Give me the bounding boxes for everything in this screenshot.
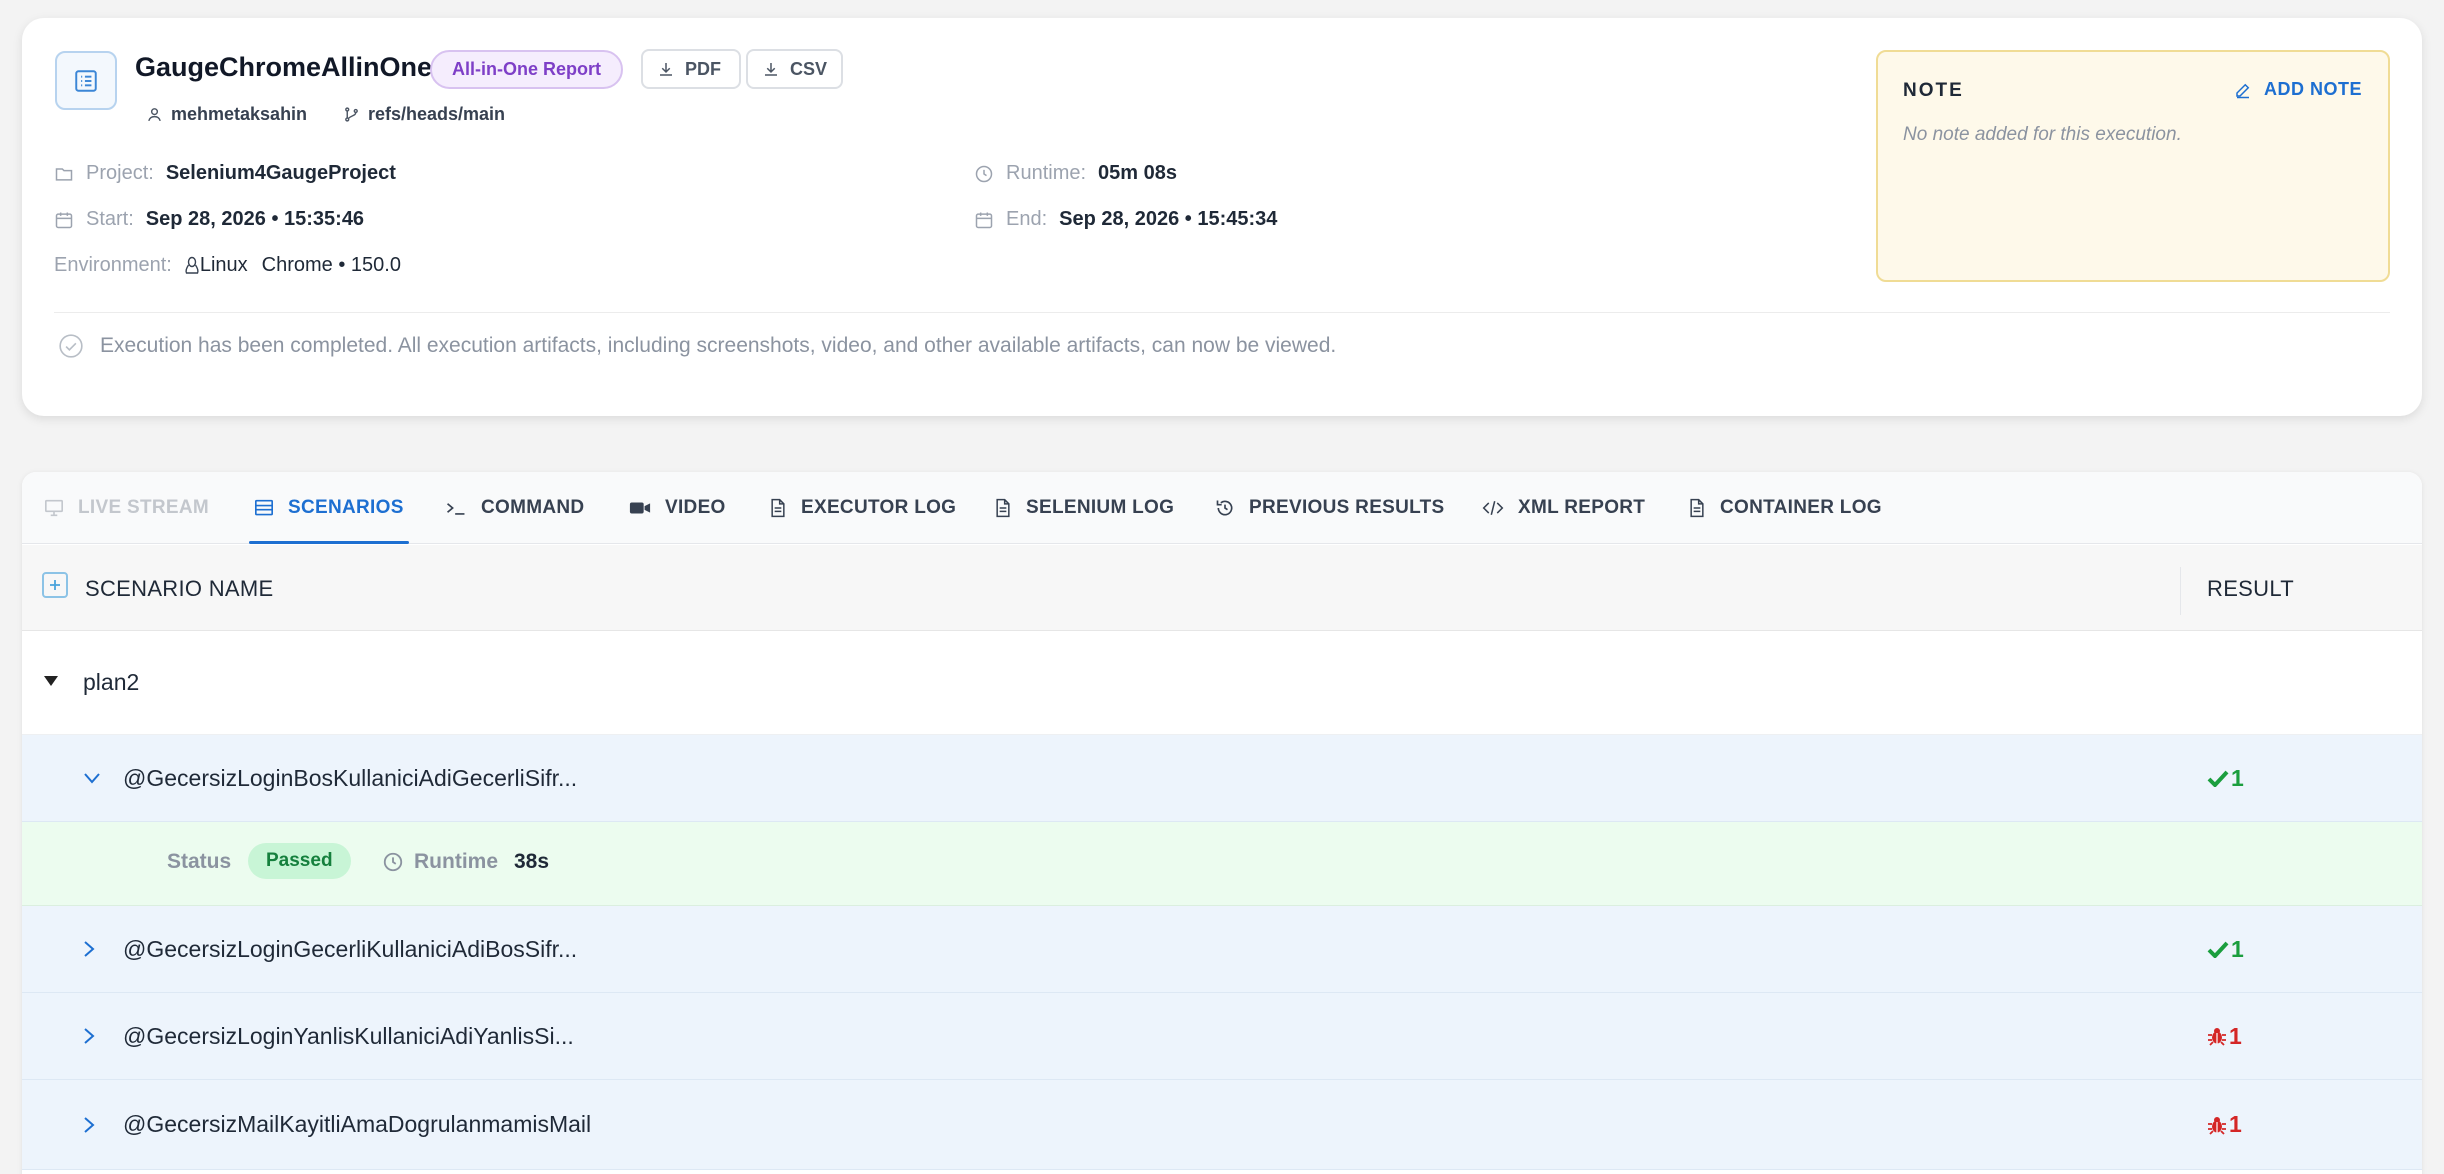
tab-video[interactable]: VIDEO — [629, 472, 726, 544]
download-icon — [660, 63, 672, 76]
scenario-result: 1 — [2207, 1080, 2242, 1169]
chevron-down-icon[interactable] — [82, 735, 102, 821]
scenario-runtime: Runtime 38s — [382, 850, 549, 874]
scenario-name: @GecersizLoginGecerliKullaniciAdiBosSifr… — [123, 935, 578, 962]
execution-summary-card: GaugeChromeAllinOne All-in-One Report PD… — [22, 18, 2422, 416]
download-csv-button[interactable]: CSV — [746, 49, 843, 89]
tab-scenarios[interactable]: SCENARIOS — [254, 472, 404, 544]
plan-group-row[interactable]: plan2 — [22, 632, 2422, 735]
add-note-button[interactable]: ADD NOTE — [2234, 79, 2362, 100]
tab-container-log[interactable]: CONTAINER LOG — [1688, 472, 1882, 544]
scenario-row[interactable]: @GecersizLoginYanlisKullaniciAdiYanlisSi… — [22, 993, 2422, 1080]
column-separator — [2180, 567, 2181, 615]
scenario-table-header: SCENARIO NAME RESULT — [22, 545, 2422, 631]
download-pdf-button[interactable]: PDF — [641, 49, 741, 89]
expand-all-button[interactable] — [42, 572, 68, 598]
chevron-right-icon[interactable] — [82, 993, 96, 1079]
folder-icon — [55, 167, 73, 181]
caret-down-icon — [44, 676, 58, 686]
scenario-row[interactable]: @GecersizLoginBosKullaniciAdiGecerliSifr… — [22, 735, 2422, 822]
terminal-icon — [446, 503, 465, 515]
info-project: Project: Selenium4GaugeProject — [54, 162, 396, 185]
download-csv-label: CSV — [789, 58, 827, 79]
scenario-row[interactable]: @GecersizMailKayitliAmaDogrulanmamisMail… — [22, 1080, 2422, 1170]
execution-title: GaugeChromeAllinOne — [135, 52, 433, 82]
plus-icon — [50, 580, 60, 590]
chevron-right-icon[interactable] — [82, 906, 96, 992]
note-title: NOTE — [1903, 80, 1964, 101]
tab-bar: LIVE STREAM SCENARIOS COMMAND VIDEO EXEC… — [22, 472, 2422, 544]
check-icon — [2207, 770, 2229, 787]
bug-icon — [2208, 1116, 2226, 1135]
scenario-result: 1 — [2207, 906, 2244, 992]
results-panel: LIVE STREAM SCENARIOS COMMAND VIDEO EXEC… — [22, 472, 2422, 1174]
column-header-scenario-name: SCENARIO NAME — [85, 576, 274, 601]
pencil-icon — [2236, 83, 2250, 98]
info-environment: Environment: Linux Chrome • 150.0 — [54, 254, 401, 276]
git-branch-icon — [345, 107, 358, 122]
tab-command[interactable]: COMMAND — [445, 472, 584, 544]
calendar-icon — [55, 212, 73, 228]
scenario-name: @GecersizMailKayitliAmaDogrulanmamisMail — [123, 1111, 592, 1137]
download-pdf-label: PDF — [685, 58, 721, 79]
report-type-badge: All-in-One Report — [430, 50, 623, 89]
execution-branch: refs/heads/main — [343, 104, 505, 125]
file-icon — [1690, 498, 1704, 518]
report-list-icon — [55, 51, 117, 110]
linux-icon — [185, 256, 199, 274]
tab-previous-results[interactable]: PREVIOUS RESULTS — [1215, 472, 1445, 544]
note-empty-text: No note added for this execution. — [1903, 124, 2182, 145]
tab-selenium-log[interactable]: SELENIUM LOG — [994, 472, 1174, 544]
check-icon — [2207, 941, 2229, 958]
scenario-result: 1 — [2207, 735, 2244, 821]
file-icon — [771, 498, 785, 518]
check-circle-icon — [59, 334, 83, 358]
chevron-right-icon[interactable] — [82, 1080, 96, 1169]
monitor-icon — [45, 499, 63, 517]
file-icon — [996, 498, 1010, 518]
clock-icon — [383, 852, 403, 872]
tab-xml-report[interactable]: XML REPORT — [1482, 472, 1645, 544]
scenario-detail-row: Status Passed Runtime 38s — [22, 822, 2422, 906]
card-divider — [54, 312, 2390, 313]
info-runtime: Runtime: 05m 08s — [974, 162, 1177, 185]
status-badge: Passed — [248, 843, 351, 879]
video-camera-icon — [629, 502, 651, 514]
execution-status-message: Execution has been completed. All execut… — [58, 333, 1336, 359]
tab-live-stream[interactable]: LIVE STREAM — [44, 472, 209, 544]
column-header-result: RESULT — [2207, 576, 2294, 601]
download-icon — [764, 63, 777, 76]
execution-user: mehmetaksahin — [146, 104, 307, 125]
info-start: Start: Sep 28, 2026 • 15:35:46 — [54, 208, 364, 231]
tab-executor-log[interactable]: EXECUTOR LOG — [769, 472, 956, 544]
plan-name: plan2 — [83, 669, 140, 695]
scenario-name: @GecersizLoginYanlisKullaniciAdiYanlisSi… — [123, 1022, 574, 1049]
table-icon — [255, 499, 273, 516]
status-label: Status — [167, 850, 232, 873]
scenario-row[interactable]: @GecersizLoginGecerliKullaniciAdiBosSifr… — [22, 906, 2422, 993]
scenario-name: @GecersizLoginBosKullaniciAdiGecerliSifr… — [123, 764, 578, 791]
note-panel: NOTE ADD NOTE No note added for this exe… — [1876, 50, 2390, 282]
history-icon — [1216, 500, 1233, 516]
clock-icon — [975, 165, 993, 182]
code-icon — [1482, 501, 1504, 515]
info-end: End: Sep 28, 2026 • 15:45:34 — [974, 208, 1277, 231]
bug-icon — [2208, 1028, 2226, 1046]
calendar-icon — [975, 212, 993, 228]
active-tab-indicator — [249, 541, 409, 544]
scenario-result: 1 — [2207, 993, 2242, 1079]
user-icon — [148, 108, 161, 122]
